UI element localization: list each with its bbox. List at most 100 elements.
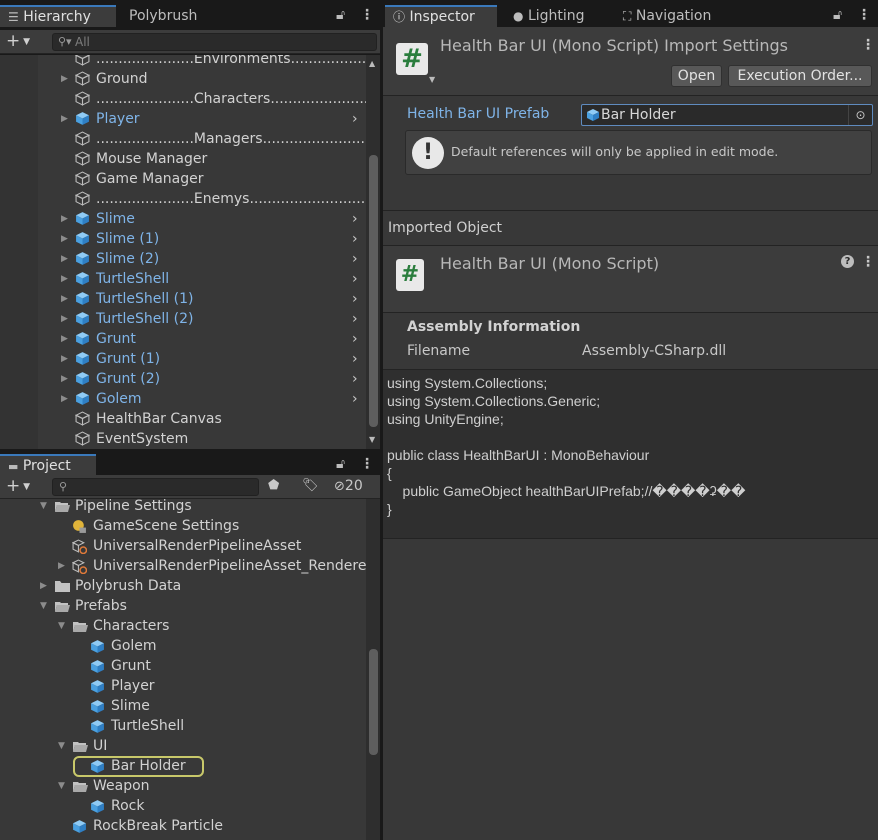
fold-arrow-icon[interactable]: ▶ xyxy=(61,374,71,384)
imported-kebab-icon[interactable]: ⋮ xyxy=(861,254,875,270)
chevron-right-icon[interactable]: › xyxy=(352,389,362,409)
project-item[interactable]: ▼ Prefabs xyxy=(0,596,366,616)
chevron-right-icon[interactable]: › xyxy=(352,289,362,309)
hierarchy-item[interactable]: Game Manager xyxy=(0,169,362,189)
hierarchy-item[interactable]: ▶ TurtleShell (1) › xyxy=(0,289,362,309)
fold-arrow-icon[interactable]: ▶ xyxy=(61,314,71,324)
hierarchy-item[interactable]: ▶ Grunt (1) › xyxy=(0,349,362,369)
project-search-input[interactable]: ⚲ xyxy=(52,478,259,496)
project-item[interactable]: TurtleShell xyxy=(0,716,366,736)
hidden-packages-button[interactable]: ⊘20 xyxy=(334,478,363,494)
fold-arrow-icon[interactable]: ▶ xyxy=(61,254,71,264)
health-bar-prefab-field[interactable]: Bar Holder ⊙ xyxy=(581,104,873,126)
project-item[interactable]: Golem xyxy=(0,636,366,656)
scroll-up-arrow-icon[interactable]: ▲ xyxy=(369,59,375,68)
chevron-right-icon[interactable]: › xyxy=(352,109,362,129)
hierarchy-item[interactable]: ......................Managers..........… xyxy=(0,129,365,149)
project-item[interactable]: ▼ UI xyxy=(0,736,366,756)
filter-by-label-icon[interactable]: 🏷︎ xyxy=(302,478,319,493)
project-scroll-thumb[interactable] xyxy=(369,649,378,755)
hierarchy-item[interactable]: EventSystem xyxy=(0,429,362,449)
hierarchy-item[interactable]: ▶ Player › xyxy=(0,109,362,129)
tab-polybrush[interactable]: Polybrush xyxy=(121,5,205,27)
project-item[interactable]: ▶ Polybrush Data xyxy=(0,576,366,596)
fold-arrow-icon[interactable]: ▶ xyxy=(61,214,71,224)
hierarchy-item[interactable]: Mouse Manager xyxy=(0,149,362,169)
fold-arrow-icon[interactable]: ▶ xyxy=(61,274,71,284)
hierarchy-item[interactable]: ▶ TurtleShell › xyxy=(0,269,362,289)
fold-open-arrow-icon[interactable]: ▼ xyxy=(58,741,68,751)
project-item[interactable]: ▼ Pipeline Settings xyxy=(0,499,366,516)
kebab-menu-icon[interactable]: ⋮ xyxy=(360,7,374,23)
object-picker-icon[interactable]: ⊙ xyxy=(848,105,872,125)
add-dropdown-button[interactable]: + ▼ xyxy=(6,31,30,51)
create-dropdown-button[interactable]: + ▼ xyxy=(6,476,30,496)
fold-arrow-icon[interactable]: ▶ xyxy=(61,294,71,304)
project-item[interactable]: GameScene Settings xyxy=(0,516,366,536)
project-item[interactable]: Bar Holder xyxy=(0,756,366,777)
project-item[interactable]: UniversalRenderPipelineAsset xyxy=(0,536,366,556)
filter-by-type-icon[interactable]: ⬟ xyxy=(268,478,279,493)
hierarchy-item[interactable]: ▶ TurtleShell (2) › xyxy=(0,309,362,329)
fold-arrow-icon[interactable]: ▶ xyxy=(61,114,71,124)
chevron-right-icon[interactable]: › xyxy=(352,329,362,349)
project-item[interactable]: Slime xyxy=(0,696,366,716)
project-item[interactable]: Rock xyxy=(0,796,366,816)
project-item[interactable]: RockBreak Particle xyxy=(0,816,366,836)
hierarchy-item[interactable]: HealthBar Canvas xyxy=(0,409,362,429)
lock-icon[interactable]: 🔓︎ xyxy=(833,7,842,23)
tab-navigation[interactable]: ⛶ Navigation xyxy=(615,5,719,27)
project-scrollbar[interactable] xyxy=(366,499,380,840)
fold-closed-arrow-icon[interactable]: ▶ xyxy=(58,561,68,571)
hierarchy-item[interactable]: ......................Enemys............… xyxy=(0,189,365,209)
tab-project[interactable]: ▬ Project xyxy=(0,454,96,476)
project-item[interactable]: ▼ Weapon xyxy=(0,776,366,796)
hierarchy-item[interactable]: ▶ Golem › xyxy=(0,389,362,409)
chevron-right-icon[interactable]: › xyxy=(352,309,362,329)
fold-arrow-icon[interactable]: ▶ xyxy=(61,74,71,84)
tab-lighting[interactable]: ● Lighting xyxy=(505,5,593,27)
hierarchy-item[interactable]: ▶ Slime (1) › xyxy=(0,229,362,249)
hierarchy-item[interactable]: ▶ Grunt › xyxy=(0,329,362,349)
fold-arrow-icon[interactable]: ▶ xyxy=(61,334,71,344)
fold-open-arrow-icon[interactable]: ▼ xyxy=(58,621,68,631)
project-item[interactable]: Grunt xyxy=(0,656,366,676)
hierarchy-item[interactable]: ▶ Slime › xyxy=(0,209,362,229)
hierarchy-scrollbar[interactable]: ▲ ▼ xyxy=(366,55,380,449)
fold-open-arrow-icon[interactable]: ▼ xyxy=(40,601,50,611)
tab-inspector[interactable]: ⓘ Inspector xyxy=(385,5,497,27)
open-button[interactable]: Open xyxy=(671,65,722,87)
project-item[interactable]: ▼ Characters xyxy=(0,616,366,636)
hierarchy-scroll-thumb[interactable] xyxy=(369,155,378,427)
hierarchy-item[interactable]: ......................Environments......… xyxy=(0,55,380,69)
project-item[interactable]: Player xyxy=(0,676,366,696)
kebab-menu-icon[interactable]: ⋮ xyxy=(857,7,871,23)
hierarchy-item[interactable]: ▶ Slime (2) › xyxy=(0,249,362,269)
fold-arrow-icon[interactable]: ▶ xyxy=(61,234,71,244)
kebab-menu-icon[interactable]: ⋮ xyxy=(360,456,374,472)
chevron-right-icon[interactable]: › xyxy=(352,229,362,249)
help-icon[interactable]: ? xyxy=(841,255,854,268)
fold-arrow-icon[interactable]: ▶ xyxy=(61,354,71,364)
fold-open-arrow-icon[interactable]: ▼ xyxy=(40,501,50,511)
lock-icon[interactable]: 🔓︎ xyxy=(336,7,345,23)
hierarchy-search-input[interactable]: ⚲▾ All xyxy=(52,33,377,51)
header-kebab-icon[interactable]: ⋮ xyxy=(861,37,875,53)
execution-order-button[interactable]: Execution Order... xyxy=(728,65,872,87)
hierarchy-item[interactable]: ▶ Grunt (2) › xyxy=(0,369,362,389)
icon-dropdown-icon[interactable]: ▼ xyxy=(429,75,435,84)
hierarchy-item[interactable]: ......................Characters........… xyxy=(0,89,368,109)
scroll-down-arrow-icon[interactable]: ▼ xyxy=(369,435,375,444)
chevron-right-icon[interactable]: › xyxy=(352,369,362,389)
chevron-right-icon[interactable]: › xyxy=(352,349,362,369)
fold-closed-arrow-icon[interactable]: ▶ xyxy=(40,581,50,591)
hierarchy-item[interactable]: ▶ Ground xyxy=(0,69,362,89)
lock-icon[interactable]: 🔓︎ xyxy=(336,456,345,472)
chevron-right-icon[interactable]: › xyxy=(352,269,362,289)
chevron-right-icon[interactable]: › xyxy=(352,249,362,269)
fold-open-arrow-icon[interactable]: ▼ xyxy=(58,781,68,791)
chevron-right-icon[interactable]: › xyxy=(352,209,362,229)
project-item[interactable]: ▶ UniversalRenderPipelineAsset_Renderer xyxy=(0,556,372,576)
fold-arrow-icon[interactable]: ▶ xyxy=(61,394,71,404)
tab-hierarchy[interactable]: ☰ Hierarchy xyxy=(0,5,116,27)
